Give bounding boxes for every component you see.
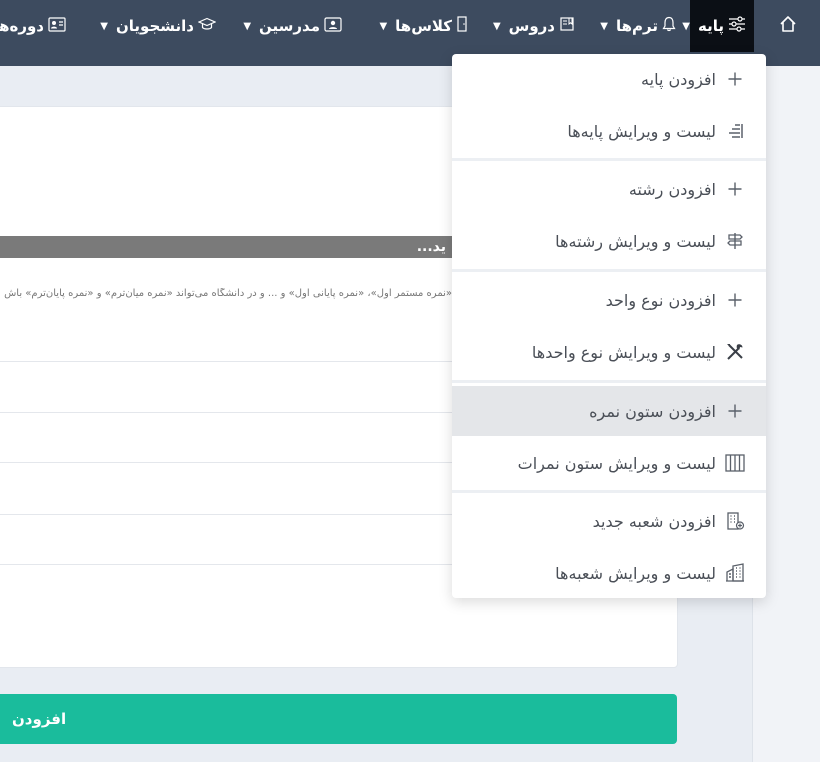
menu-item-add-field[interactable]: افزودن رشته	[452, 164, 766, 214]
menu-item-list-grade-columns[interactable]: لیست و ویرایش ستون نمرات	[452, 438, 766, 488]
nav-label-levels: پایه	[698, 17, 724, 35]
list-levels-icon	[724, 120, 746, 142]
nav-item-periods[interactable]: دوره‌ها	[0, 0, 66, 52]
nav-item-students[interactable]: دانشجویان ▼	[84, 0, 217, 52]
menu-item-label: افزودن پایه	[641, 69, 716, 89]
person-card-icon	[324, 16, 342, 36]
chevron-down-icon: ▼	[100, 20, 108, 32]
divider	[0, 514, 452, 515]
menu-item-label: لیست و ویرایش پایه‌ها	[567, 121, 716, 141]
menu-item-list-levels[interactable]: لیست و ویرایش پایه‌ها	[452, 106, 766, 156]
menu-item-label: لیست و ویرایش ستون نمرات	[517, 453, 716, 473]
divider	[0, 361, 452, 362]
section-header-bar: ید...	[0, 236, 452, 258]
plus-icon	[724, 178, 746, 200]
nav-item-classes[interactable]: کلاس‌ها ▼	[356, 0, 468, 52]
plus-icon	[724, 400, 746, 422]
menu-item-label: افزودن شعبه جدید	[592, 511, 716, 531]
signpost-icon	[724, 230, 746, 252]
home-icon	[779, 15, 797, 37]
add-button[interactable]: افزودن	[0, 694, 677, 744]
menu-divider	[452, 380, 766, 383]
menu-item-label: لیست و ویرایش رشته‌ها	[555, 231, 716, 251]
menu-divider	[452, 490, 766, 493]
sliders-icon	[728, 16, 746, 36]
buildings-icon	[724, 562, 746, 584]
nav-label-classes: کلاس‌ها	[395, 17, 452, 35]
nav-label-students: دانشجویان	[115, 17, 194, 35]
menu-item-label: لیست و ویرایش نوع واحدها	[531, 342, 716, 362]
menu-item-add-grade-column[interactable]: افزودن ستون نمره	[452, 386, 766, 436]
menu-item-add-branch[interactable]: افزودن شعبه جدید	[452, 496, 766, 546]
divider	[0, 564, 452, 565]
chevron-down-icon: ▼	[243, 20, 252, 32]
menu-item-list-fields[interactable]: لیست و ویرایش رشته‌ها	[452, 216, 766, 266]
graduation-cap-icon	[197, 17, 217, 36]
chevron-down-icon: ▼	[379, 20, 388, 32]
nav-label-periods: دوره‌ها	[0, 17, 44, 35]
divider	[0, 412, 452, 413]
plus-icon	[724, 68, 746, 90]
divider	[0, 462, 452, 463]
building-add-icon	[724, 510, 746, 532]
menu-item-label: افزودن ستون نمره	[589, 401, 716, 421]
levels-dropdown-menu: افزودن پایه لیست و ویرایش پایه‌ها افزودن…	[452, 54, 766, 598]
columns-icon	[724, 452, 746, 474]
menu-item-label: لیست و ویرایش شعبه‌ها	[555, 563, 716, 583]
id-card-icon	[48, 16, 66, 36]
door-icon	[456, 16, 468, 36]
plus-icon	[724, 289, 746, 311]
menu-divider	[452, 158, 766, 161]
add-button-label: افزودن	[12, 710, 67, 728]
menu-item-list-branches[interactable]: لیست و ویرایش شعبه‌ها	[452, 548, 766, 598]
chevron-down-icon: ▼	[682, 20, 690, 32]
menu-item-add-level[interactable]: افزودن پایه	[452, 54, 766, 104]
nav-item-levels[interactable]: پایه ▼	[682, 0, 754, 52]
tools-icon	[724, 341, 746, 363]
nav-label-teachers: مدرسین	[259, 17, 320, 35]
nav-item-teachers[interactable]: مدرسین ▼	[243, 0, 342, 52]
nav-label-terms: ترم‌ها	[616, 17, 658, 35]
menu-divider	[452, 269, 766, 272]
menu-item-list-unit-types[interactable]: لیست و ویرایش نوع واحدها	[452, 327, 766, 377]
chevron-down-icon: ▼	[492, 20, 501, 32]
nav-label-courses: دروس	[508, 17, 555, 35]
book-icon	[559, 16, 575, 36]
bell-icon	[662, 16, 676, 36]
help-text: «نمره مستمر اول»، «نمره پایانی اول» و ..…	[4, 288, 452, 299]
home-button[interactable]	[770, 8, 806, 44]
nav-item-courses[interactable]: دروس ▼	[493, 0, 575, 52]
menu-item-label: افزودن رشته	[628, 179, 716, 199]
chevron-down-icon: ▼	[600, 20, 608, 32]
nav-item-terms[interactable]: ترم‌ها ▼	[586, 0, 676, 52]
menu-item-label: افزودن نوع واحد	[605, 290, 716, 310]
menu-item-add-unit-type[interactable]: افزودن نوع واحد	[452, 275, 766, 325]
